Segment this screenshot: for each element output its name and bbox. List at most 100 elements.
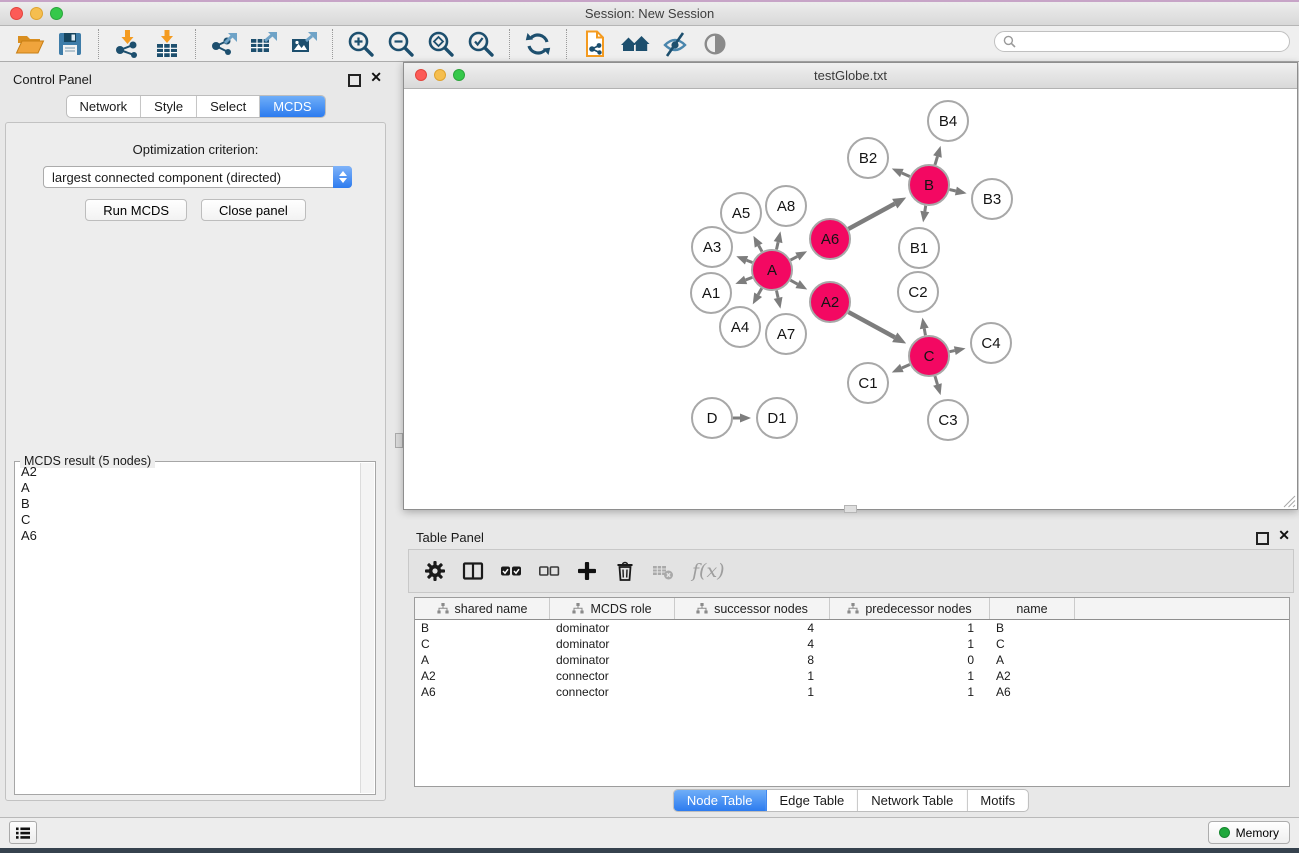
window-close-icon[interactable] xyxy=(10,7,23,20)
import-network-button[interactable] xyxy=(110,28,144,60)
graph-edge-A6-B[interactable] xyxy=(848,204,894,229)
column-header-name[interactable]: name xyxy=(990,598,1075,619)
graph-edge-B-B1[interactable] xyxy=(925,206,926,212)
mcds-tab-content: Optimization criterion: largest connecte… xyxy=(5,122,386,801)
graph-edge-A-A7[interactable] xyxy=(776,291,778,298)
column-header-mcds-role[interactable]: MCDS role xyxy=(550,598,675,619)
column-header-shared-name[interactable]: shared name xyxy=(415,598,550,619)
import-table-button[interactable] xyxy=(150,28,184,60)
graph-edge-B-B2[interactable] xyxy=(902,173,910,177)
tab-edge-table[interactable]: Edge Table xyxy=(766,790,858,811)
export-image-button[interactable] xyxy=(287,28,321,60)
column-header-successor-nodes[interactable]: successor nodes xyxy=(675,598,830,619)
graph-edge-A-A4[interactable] xyxy=(758,288,762,294)
add-column-button[interactable] xyxy=(576,560,598,582)
graph-node-label-A5: A5 xyxy=(732,205,750,222)
home-button[interactable] xyxy=(618,28,652,60)
table-row[interactable]: A6connector11A6 xyxy=(415,684,1289,700)
plus-icon xyxy=(576,560,598,582)
network-window-close-icon[interactable] xyxy=(415,69,427,81)
horizontal-splitter-handle[interactable] xyxy=(844,505,857,513)
table-row[interactable]: Bdominator41B xyxy=(415,620,1289,636)
window-zoom-icon[interactable] xyxy=(50,7,63,20)
delete-column-button[interactable] xyxy=(614,560,636,582)
save-session-button[interactable] xyxy=(53,28,87,60)
run-mcds-button[interactable]: Run MCDS xyxy=(85,199,187,221)
toolbar-separator xyxy=(566,29,567,59)
graph-edge-C-C4[interactable] xyxy=(950,351,955,352)
control-panel-close-icon[interactable]: ✕ xyxy=(370,70,382,84)
column-type-icon xyxy=(437,603,449,614)
close-panel-button[interactable]: Close panel xyxy=(201,199,306,221)
list-icon xyxy=(15,826,31,840)
graph-edge-A-A2[interactable] xyxy=(790,280,797,284)
memory-button[interactable]: Memory xyxy=(1208,821,1290,844)
graph-edge-A-A8[interactable] xyxy=(776,242,778,249)
mcds-result-item[interactable]: A2 xyxy=(17,464,360,480)
graph-edge-arrowhead xyxy=(774,231,783,243)
column-header-predecessor-nodes[interactable]: predecessor nodes xyxy=(830,598,990,619)
search-field[interactable] xyxy=(994,31,1290,52)
network-window-zoom-icon[interactable] xyxy=(453,69,465,81)
birds-eye-view-button[interactable] xyxy=(698,28,732,60)
tab-style[interactable]: Style xyxy=(141,96,197,117)
table-row[interactable]: Adominator80A xyxy=(415,652,1289,668)
mcds-result-item[interactable]: A6 xyxy=(17,528,360,544)
table-panel-close-icon[interactable]: ✕ xyxy=(1278,528,1290,542)
graph-edge-A2-C[interactable] xyxy=(848,312,894,337)
search-input[interactable] xyxy=(1021,34,1281,50)
tab-node-table[interactable]: Node Table xyxy=(674,790,767,811)
graphics-details-button[interactable] xyxy=(658,28,692,60)
network-window-minimize-icon[interactable] xyxy=(434,69,446,81)
gear-icon xyxy=(424,560,446,582)
mcds-result-item[interactable]: B xyxy=(17,496,360,512)
refresh-button[interactable] xyxy=(521,28,555,60)
select-all-button[interactable] xyxy=(500,560,522,582)
graph-edge-A-A5[interactable] xyxy=(759,246,762,252)
home-icon xyxy=(620,29,650,59)
zoom-in-button[interactable] xyxy=(344,28,378,60)
show-columns-button[interactable] xyxy=(462,560,484,582)
graph-edge-B-B3[interactable] xyxy=(949,190,955,191)
export-table-button[interactable] xyxy=(247,28,281,60)
graph-edge-C-C2[interactable] xyxy=(924,328,925,335)
mcds-list-scrollbar[interactable] xyxy=(360,463,374,793)
graph-edge-A-A3[interactable] xyxy=(747,260,753,262)
zoom-selected-button[interactable] xyxy=(464,28,498,60)
clone-network-button[interactable] xyxy=(578,28,612,60)
network-window-title-bar[interactable]: testGlobe.txt xyxy=(404,63,1297,89)
mcds-result-item[interactable]: C xyxy=(17,512,360,528)
graph-edge-A-A1[interactable] xyxy=(746,277,753,280)
table-settings-button[interactable] xyxy=(424,560,446,582)
export-network-button[interactable] xyxy=(207,28,241,60)
window-minimize-icon[interactable] xyxy=(30,7,43,20)
tab-network[interactable]: Network xyxy=(66,96,141,117)
graph-edge-C-C1[interactable] xyxy=(902,364,910,368)
tab-select[interactable]: Select xyxy=(197,96,260,117)
mcds-result-item[interactable]: A xyxy=(17,480,360,496)
optimization-criterion-select[interactable]: largest connected component (directed) xyxy=(43,166,352,188)
tab-mcds[interactable]: MCDS xyxy=(260,96,324,117)
graph-edge-C-C3[interactable] xyxy=(935,376,937,384)
tab-motifs[interactable]: Motifs xyxy=(967,790,1028,811)
task-history-button[interactable] xyxy=(9,821,37,844)
table-row[interactable]: Cdominator41C xyxy=(415,636,1289,652)
graph-edge-B-B4[interactable] xyxy=(935,156,937,164)
table-panel-float-icon[interactable] xyxy=(1256,532,1269,545)
deselect-all-button[interactable] xyxy=(538,560,560,582)
zoom-fit-button[interactable] xyxy=(424,28,458,60)
network-graph[interactable]: AA1A2A3A4A5A6A7A8BB1B2B3B4CC1C2C3C4DD1 xyxy=(404,89,1297,509)
graph-edge-A-A6[interactable] xyxy=(791,256,798,260)
vertical-splitter-handle[interactable] xyxy=(395,433,403,448)
open-session-button[interactable] xyxy=(13,28,47,60)
function-builder-button[interactable]: f(x) xyxy=(692,560,725,582)
resize-grip-icon[interactable] xyxy=(1283,495,1296,508)
tab-network-table[interactable]: Network Table xyxy=(858,790,967,811)
control-panel: Control Panel ✕ NetworkStyleSelectMCDS O… xyxy=(0,62,391,818)
table-row[interactable]: A2connector11A2 xyxy=(415,668,1289,684)
export-image-icon xyxy=(289,29,319,59)
delete-table-button[interactable] xyxy=(652,560,674,582)
zoom-out-button[interactable] xyxy=(384,28,418,60)
application-window: Session: New Session xyxy=(0,0,1299,853)
control-panel-float-icon[interactable] xyxy=(348,74,361,87)
